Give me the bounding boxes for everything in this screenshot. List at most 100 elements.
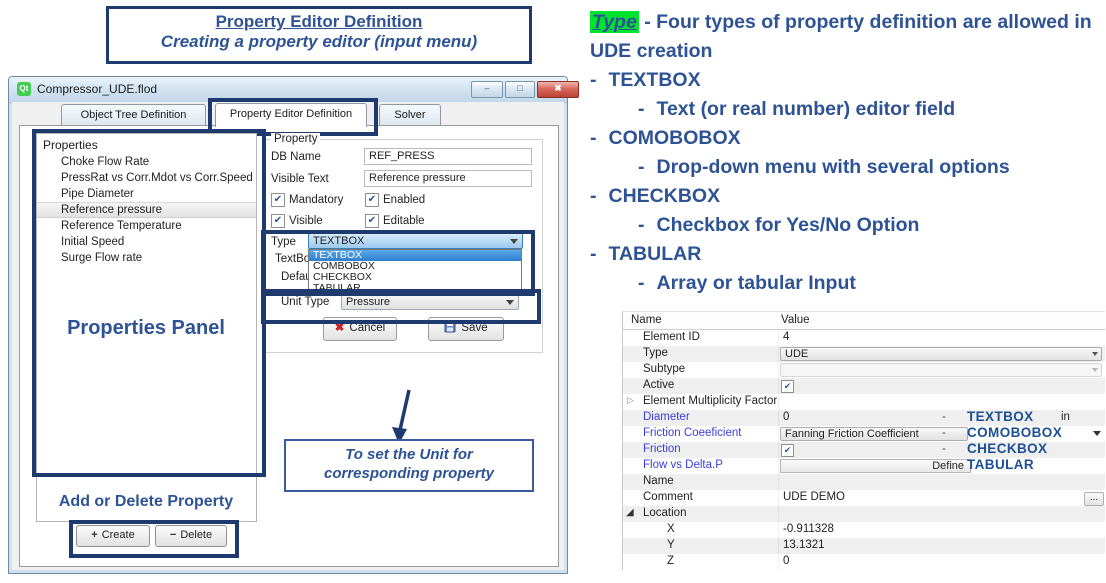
minus-icon: − [170, 529, 176, 541]
list-item[interactable]: Pipe Diameter [37, 186, 256, 202]
slide-subtitle: Creating a property editor (input menu) [109, 32, 529, 52]
table-header: Name Value [623, 311, 1105, 330]
window-titlebar[interactable]: Qt Compressor_UDE.flod – □ ✖ [9, 77, 567, 103]
ellipsis-button[interactable]: ... [1084, 492, 1104, 506]
type-value-combobox[interactable]: UDE [780, 347, 1102, 361]
chevron-down-icon [1092, 352, 1098, 356]
table-row[interactable]: Y 13.1321 [623, 538, 1105, 554]
close-button[interactable]: ✖ [537, 81, 579, 98]
list-item-selected[interactable]: Reference pressure [37, 202, 256, 218]
friction-checkbox[interactable]: ✔ [781, 444, 794, 457]
type-item-textbox: -TEXTBOX [590, 66, 1104, 95]
table-row[interactable]: ◢ Location [623, 506, 1105, 522]
friction-coefficient-combobox[interactable]: Fanning Friction Coefficient [780, 427, 968, 441]
type-desc-checkbox: -Checkbox for Yes/No Option [590, 211, 1104, 240]
type-highlight: Type [590, 11, 639, 33]
active-checkbox[interactable]: ✔ [781, 380, 794, 393]
list-item[interactable]: Surge Flow rate [37, 250, 256, 266]
dropdown-option-tabular[interactable]: TABULAR [309, 283, 521, 291]
mandatory-checkbox[interactable]: ✔ [271, 193, 285, 207]
type-item-combobox: -COMOBOBOX [590, 124, 1104, 153]
cancel-button[interactable]: ✖Cancel [323, 317, 397, 341]
add-delete-annotation-label: Add or Delete Property [39, 493, 253, 511]
save-button[interactable]: Save [428, 317, 504, 341]
minimize-button[interactable]: – [471, 81, 503, 98]
type-dropdown-list[interactable]: TEXTBOX COMBOBOX CHECKBOX TABULAR [308, 249, 522, 291]
visible-label: Visible [289, 215, 323, 227]
type-label: Type [271, 236, 296, 248]
mandatory-label: Mandatory [289, 194, 343, 206]
type-item-checkbox: -CHECKBOX [590, 182, 1104, 211]
table-row[interactable]: Element ID 4 [623, 330, 1105, 346]
type-heading: Type - Four types of property definition… [590, 8, 1104, 66]
qt-app-icon: Qt [17, 82, 31, 96]
create-button[interactable]: +Create [76, 525, 150, 547]
chevron-down-icon [506, 300, 514, 305]
app-window: Qt Compressor_UDE.flod – □ ✖ Object Tree… [8, 76, 568, 574]
enabled-checkbox[interactable]: ✔ [365, 193, 379, 207]
table-row[interactable]: Friction Coeeficient Fanning Friction Co… [623, 426, 1105, 442]
unit-callout-box: To set the Unit for corresponding proper… [284, 439, 534, 492]
list-item[interactable]: Reference Temperature [37, 218, 256, 234]
db-name-label: DB Name [271, 151, 321, 163]
unit-label: in [1061, 411, 1070, 423]
table-row[interactable]: Z 0 [623, 554, 1105, 570]
table-row[interactable]: Flow vs Delta.P Define TABULAR [623, 458, 1105, 474]
slide-title-box: Property Editor Definition Creating a pr… [106, 6, 532, 64]
table-row[interactable]: Diameter 0 - TEXTBOX in [623, 410, 1105, 426]
red-x-icon: ✖ [335, 322, 345, 334]
maximize-button[interactable]: □ [505, 81, 535, 98]
expand-expanded-icon[interactable]: ◢ [626, 507, 634, 518]
combobox-tag-annotation: COMOBOBOX [967, 425, 1062, 440]
save-icon [444, 321, 456, 333]
type-desc-combobox: -Drop-down menu with several options [590, 153, 1104, 182]
chevron-down-icon [1092, 368, 1098, 372]
editable-checkbox[interactable]: ✔ [365, 214, 379, 228]
subtype-combobox[interactable] [780, 363, 1102, 377]
editable-label: Editable [383, 215, 425, 227]
table-row[interactable]: Subtype [623, 362, 1105, 378]
properties-root-node[interactable]: Properties [37, 134, 256, 154]
visible-text-label: Visible Text [271, 173, 329, 185]
table-row[interactable]: Type UDE [623, 346, 1105, 362]
table-row[interactable]: Friction ✔ - CHECKBOX [623, 442, 1105, 458]
visible-checkbox[interactable]: ✔ [271, 214, 285, 228]
tab-object-tree-definition[interactable]: Object Tree Definition [61, 104, 206, 126]
type-desc-textbox: -Text (or real number) editor field [590, 95, 1104, 124]
enabled-label: Enabled [383, 194, 425, 206]
property-table: Name Value Element ID 4 Type UDE Subtype… [622, 311, 1105, 570]
table-row[interactable]: X -0.911328 [623, 522, 1105, 538]
column-header-name: Name [631, 314, 662, 326]
properties-panel-annotation-label: Properties Panel [49, 317, 243, 340]
checkbox-tag-annotation: CHECKBOX [967, 441, 1047, 456]
list-item[interactable]: PressRat vs Corr.Mdot vs Corr.Speed [37, 170, 256, 186]
unit-type-combobox[interactable]: Pressure [341, 294, 519, 310]
chevron-down-icon [510, 239, 518, 244]
tab-solver[interactable]: Solver [379, 104, 441, 126]
chevron-down-icon [1093, 431, 1101, 436]
unit-type-label: Unit Type [281, 296, 329, 308]
slide-title: Property Editor Definition [109, 12, 529, 32]
table-row[interactable]: Comment UDE DEMO ... [623, 490, 1105, 506]
type-desc-tabular: -Array or tabular Input [590, 269, 1104, 298]
delete-button[interactable]: −Delete [155, 525, 227, 547]
tab-property-editor-definition[interactable]: Property Editor Definition [215, 103, 367, 127]
property-group-label: Property [271, 133, 320, 145]
list-item[interactable]: Initial Speed [37, 234, 256, 250]
define-button[interactable]: Define [780, 459, 971, 473]
table-row[interactable]: Name [623, 474, 1105, 490]
textbox-tag-annotation: TEXTBOX [967, 409, 1034, 424]
right-explainer: Type - Four types of property definition… [590, 8, 1104, 298]
plus-icon: + [91, 529, 97, 541]
tabular-tag-annotation: TABULAR [967, 457, 1034, 472]
table-row[interactable]: ▷ Element Multiplicity Factor [623, 394, 1105, 410]
table-row[interactable]: Active ✔ [623, 378, 1105, 394]
type-combobox[interactable]: TEXTBOX [308, 233, 523, 249]
column-header-value: Value [781, 314, 810, 326]
visible-text-input[interactable]: Reference pressure [364, 170, 532, 187]
window-title: Compressor_UDE.flod [37, 82, 157, 96]
type-item-tabular: -TABULAR [590, 240, 1104, 269]
list-item[interactable]: Choke Flow Rate [37, 154, 256, 170]
db-name-input[interactable]: REF_PRESS [364, 148, 532, 165]
expand-collapsed-icon[interactable]: ▷ [627, 395, 634, 406]
